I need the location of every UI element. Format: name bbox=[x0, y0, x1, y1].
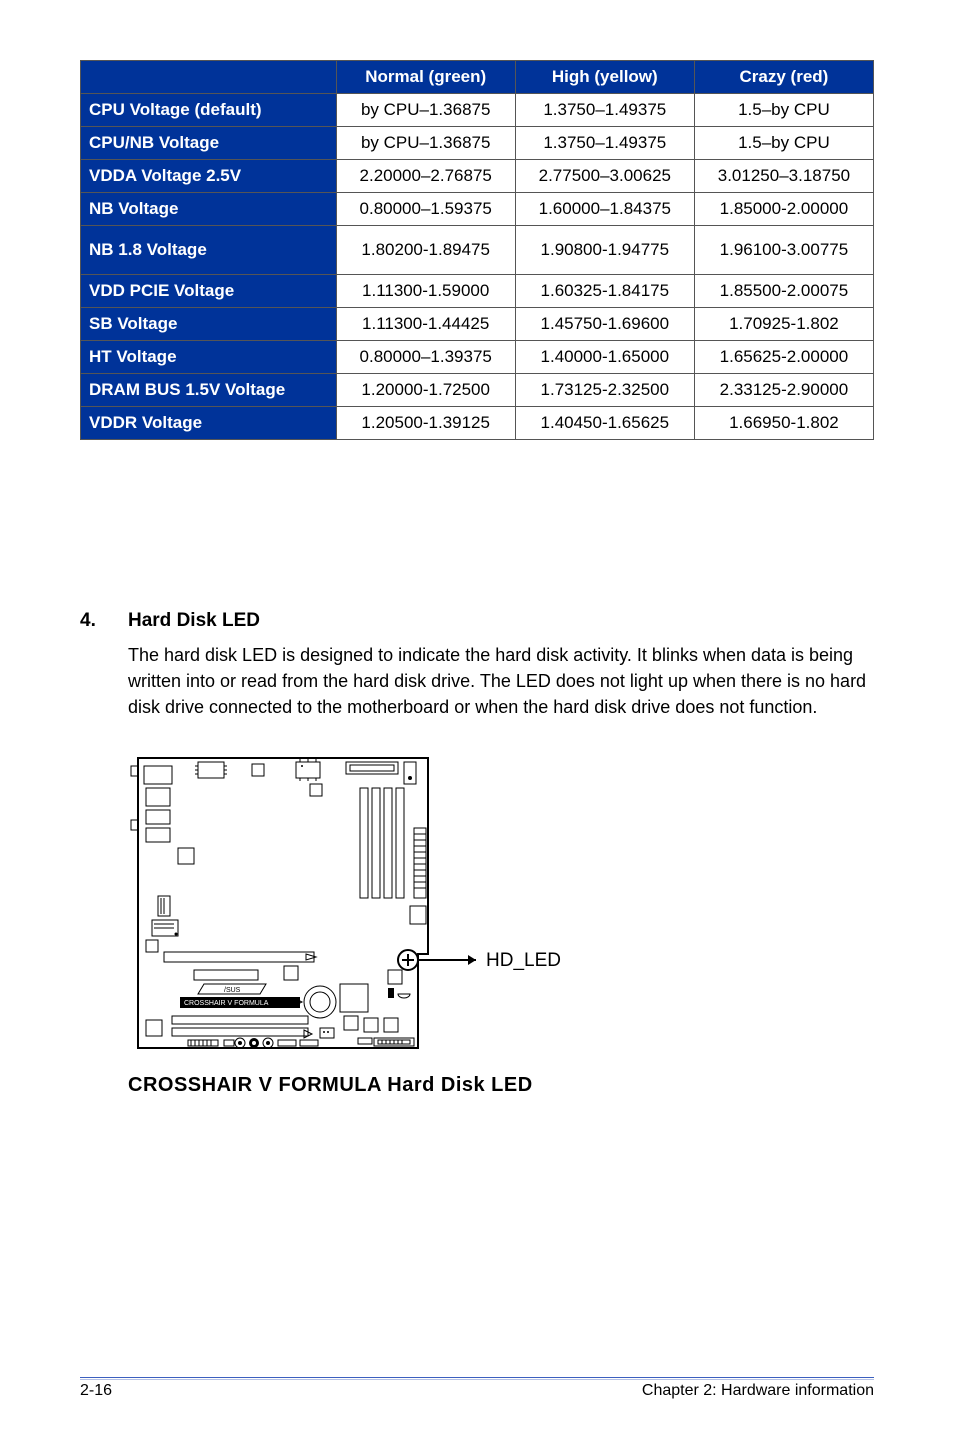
col-header-crazy: Crazy (red) bbox=[694, 61, 873, 94]
cell: 1.40450-1.65625 bbox=[515, 407, 694, 440]
footer-chapter: Chapter 2: Hardware information bbox=[642, 1382, 874, 1400]
table-row: DRAM BUS 1.5V Voltage1.20000-1.725001.73… bbox=[81, 374, 874, 407]
table-row: CPU/NB Voltageby CPU–1.368751.3750–1.493… bbox=[81, 127, 874, 160]
cell: 1.20000-1.72500 bbox=[336, 374, 515, 407]
table-row: NB Voltage0.80000–1.593751.60000–1.84375… bbox=[81, 193, 874, 226]
cell: 2.33125-2.90000 bbox=[694, 374, 873, 407]
cell: 1.60000–1.84375 bbox=[515, 193, 694, 226]
table-row: VDDR Voltage1.20500-1.391251.40450-1.656… bbox=[81, 407, 874, 440]
row-label: NB 1.8 Voltage bbox=[81, 226, 337, 275]
table-row: SB Voltage1.11300-1.444251.45750-1.69600… bbox=[81, 308, 874, 341]
hard-disk-led-section: 4. Hard Disk LED The hard disk LED is de… bbox=[80, 610, 874, 1097]
hd-led-callout: HD_LED bbox=[486, 950, 561, 971]
cell: by CPU–1.36875 bbox=[336, 127, 515, 160]
cell: 1.45750-1.69600 bbox=[515, 308, 694, 341]
brand-text: /SUS bbox=[224, 987, 241, 994]
page-footer: 2-16 Chapter 2: Hardware information bbox=[80, 1377, 874, 1400]
table-row: VDDA Voltage 2.5V2.20000–2.768752.77500–… bbox=[81, 160, 874, 193]
section-title: Hard Disk LED bbox=[128, 610, 260, 632]
cell: 1.11300-1.44425 bbox=[336, 308, 515, 341]
row-label: VDDA Voltage 2.5V bbox=[81, 160, 337, 193]
cell: 1.5–by CPU bbox=[694, 127, 873, 160]
cell: 1.60325-1.84175 bbox=[515, 275, 694, 308]
col-header-high: High (yellow) bbox=[515, 61, 694, 94]
cell: 1.5–by CPU bbox=[694, 94, 873, 127]
cell: 1.85500-2.00075 bbox=[694, 275, 873, 308]
cell: 1.20500-1.39125 bbox=[336, 407, 515, 440]
cell: 2.77500–3.00625 bbox=[515, 160, 694, 193]
cell: 1.80200-1.89475 bbox=[336, 226, 515, 275]
table-row: NB 1.8 Voltage1.80200-1.894751.90800-1.9… bbox=[81, 226, 874, 275]
motherboard-diagram: /SUS CROSSHAIR V FORMULA bbox=[128, 748, 874, 1097]
cell: 1.65625-2.00000 bbox=[694, 341, 873, 374]
cell: 1.85000-2.00000 bbox=[694, 193, 873, 226]
footer-page-number: 2-16 bbox=[80, 1382, 112, 1400]
section-body: The hard disk LED is designed to indicat… bbox=[128, 642, 874, 720]
model-text: CROSSHAIR V FORMULA bbox=[184, 1000, 269, 1007]
cell: 1.11300-1.59000 bbox=[336, 275, 515, 308]
cell: 2.20000–2.76875 bbox=[336, 160, 515, 193]
table-row: HT Voltage0.80000–1.393751.40000-1.65000… bbox=[81, 341, 874, 374]
section-number: 4. bbox=[80, 610, 128, 632]
row-label: HT Voltage bbox=[81, 341, 337, 374]
row-label: SB Voltage bbox=[81, 308, 337, 341]
row-label: VDDR Voltage bbox=[81, 407, 337, 440]
hd-led-marker bbox=[398, 950, 476, 970]
row-label: DRAM BUS 1.5V Voltage bbox=[81, 374, 337, 407]
cell: 1.40000-1.65000 bbox=[515, 341, 694, 374]
row-label: CPU/NB Voltage bbox=[81, 127, 337, 160]
table-row: VDD PCIE Voltage1.11300-1.590001.60325-1… bbox=[81, 275, 874, 308]
col-header-normal: Normal (green) bbox=[336, 61, 515, 94]
col-header-blank bbox=[81, 61, 337, 94]
diagram-caption: CROSSHAIR V FORMULA Hard Disk LED bbox=[128, 1074, 874, 1097]
row-label: VDD PCIE Voltage bbox=[81, 275, 337, 308]
cell: 0.80000–1.59375 bbox=[336, 193, 515, 226]
cell: 1.73125-2.32500 bbox=[515, 374, 694, 407]
row-label: CPU Voltage (default) bbox=[81, 94, 337, 127]
cell: 3.01250–3.18750 bbox=[694, 160, 873, 193]
row-label: NB Voltage bbox=[81, 193, 337, 226]
cell: 1.90800-1.94775 bbox=[515, 226, 694, 275]
table-row: CPU Voltage (default)by CPU–1.368751.375… bbox=[81, 94, 874, 127]
cell: 0.80000–1.39375 bbox=[336, 341, 515, 374]
voltage-table: Normal (green) High (yellow) Crazy (red)… bbox=[80, 60, 874, 440]
cell: 1.3750–1.49375 bbox=[515, 94, 694, 127]
cell: 1.96100-3.00775 bbox=[694, 226, 873, 275]
motherboard-svg: /SUS CROSSHAIR V FORMULA bbox=[128, 748, 588, 1068]
cell: 1.70925-1.802 bbox=[694, 308, 873, 341]
cell: 1.3750–1.49375 bbox=[515, 127, 694, 160]
cell: 1.66950-1.802 bbox=[694, 407, 873, 440]
cell: by CPU–1.36875 bbox=[336, 94, 515, 127]
